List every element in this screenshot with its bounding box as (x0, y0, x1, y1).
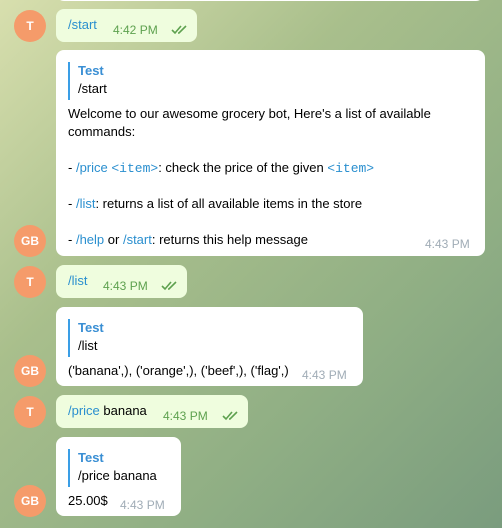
user-avatar[interactable]: T (14, 266, 46, 298)
double-check-icon (222, 411, 238, 421)
incoming-message-price[interactable]: Test /price banana 25.00$ 4:43 PM (56, 437, 181, 516)
price-command-link[interactable]: /price (76, 160, 108, 175)
double-check-icon (161, 281, 177, 291)
outgoing-message-price[interactable]: /price banana 4:43 PM (56, 395, 248, 428)
outgoing-message-start[interactable]: /start 4:42 PM (56, 9, 197, 42)
help-command-link[interactable]: /help (76, 232, 104, 247)
start-command-link[interactable]: /start (123, 232, 152, 247)
message-time: 4:43 PM (103, 279, 148, 293)
quote-text: /start (78, 81, 107, 96)
command-link[interactable]: /price (68, 403, 100, 418)
quote-author: Test (78, 450, 104, 465)
price-message-text: /price banana (68, 403, 147, 418)
reply-quote[interactable]: Test /price banana (68, 449, 157, 487)
message-time: 4:43 PM (120, 498, 165, 512)
quote-text: /price banana (78, 468, 157, 483)
help-command-line: - /help or /start: returns this help mes… (68, 232, 308, 247)
double-check-icon (171, 25, 187, 35)
command-link[interactable]: /start (68, 16, 97, 34)
reply-quote[interactable]: Test /list (68, 319, 104, 357)
price-command-line: - /price <item>: check the price of the … (68, 160, 375, 176)
incoming-message-help[interactable]: Test /start Welcome to our awesome groce… (56, 50, 485, 256)
bot-avatar[interactable]: GB (14, 355, 46, 387)
message-time: 4:42 PM (113, 23, 158, 37)
command-link[interactable]: /list (68, 272, 88, 290)
user-avatar[interactable]: T (14, 396, 46, 428)
item-placeholder: <item> (111, 161, 159, 176)
item-placeholder: <item> (327, 161, 375, 176)
message-time: 4:43 PM (425, 237, 470, 251)
list-result: ('banana',), ('orange',), ('beef',), ('f… (68, 363, 289, 378)
welcome-line-2: commands: (68, 124, 136, 139)
quote-author: Test (78, 63, 104, 78)
list-command-link[interactable]: /list (76, 196, 96, 211)
welcome-line-1: Welcome to our awesome grocery bot, Here… (68, 106, 431, 121)
quote-text: /list (78, 338, 98, 353)
bot-avatar[interactable]: GB (14, 225, 46, 257)
message-time: 4:43 PM (163, 409, 208, 423)
list-command-line: - /list: returns a list of all available… (68, 196, 363, 211)
quote-author: Test (78, 320, 104, 335)
incoming-message-list[interactable]: Test /list ('banana',), ('orange',), ('b… (56, 307, 363, 386)
reply-quote[interactable]: Test /start (68, 62, 107, 100)
outgoing-message-list[interactable]: /list 4:43 PM (56, 265, 187, 298)
previous-message-edge (56, 0, 484, 1)
price-result: 25.00$ (68, 493, 108, 508)
user-avatar[interactable]: T (14, 10, 46, 42)
message-time: 4:43 PM (302, 368, 347, 382)
bot-avatar[interactable]: GB (14, 485, 46, 517)
